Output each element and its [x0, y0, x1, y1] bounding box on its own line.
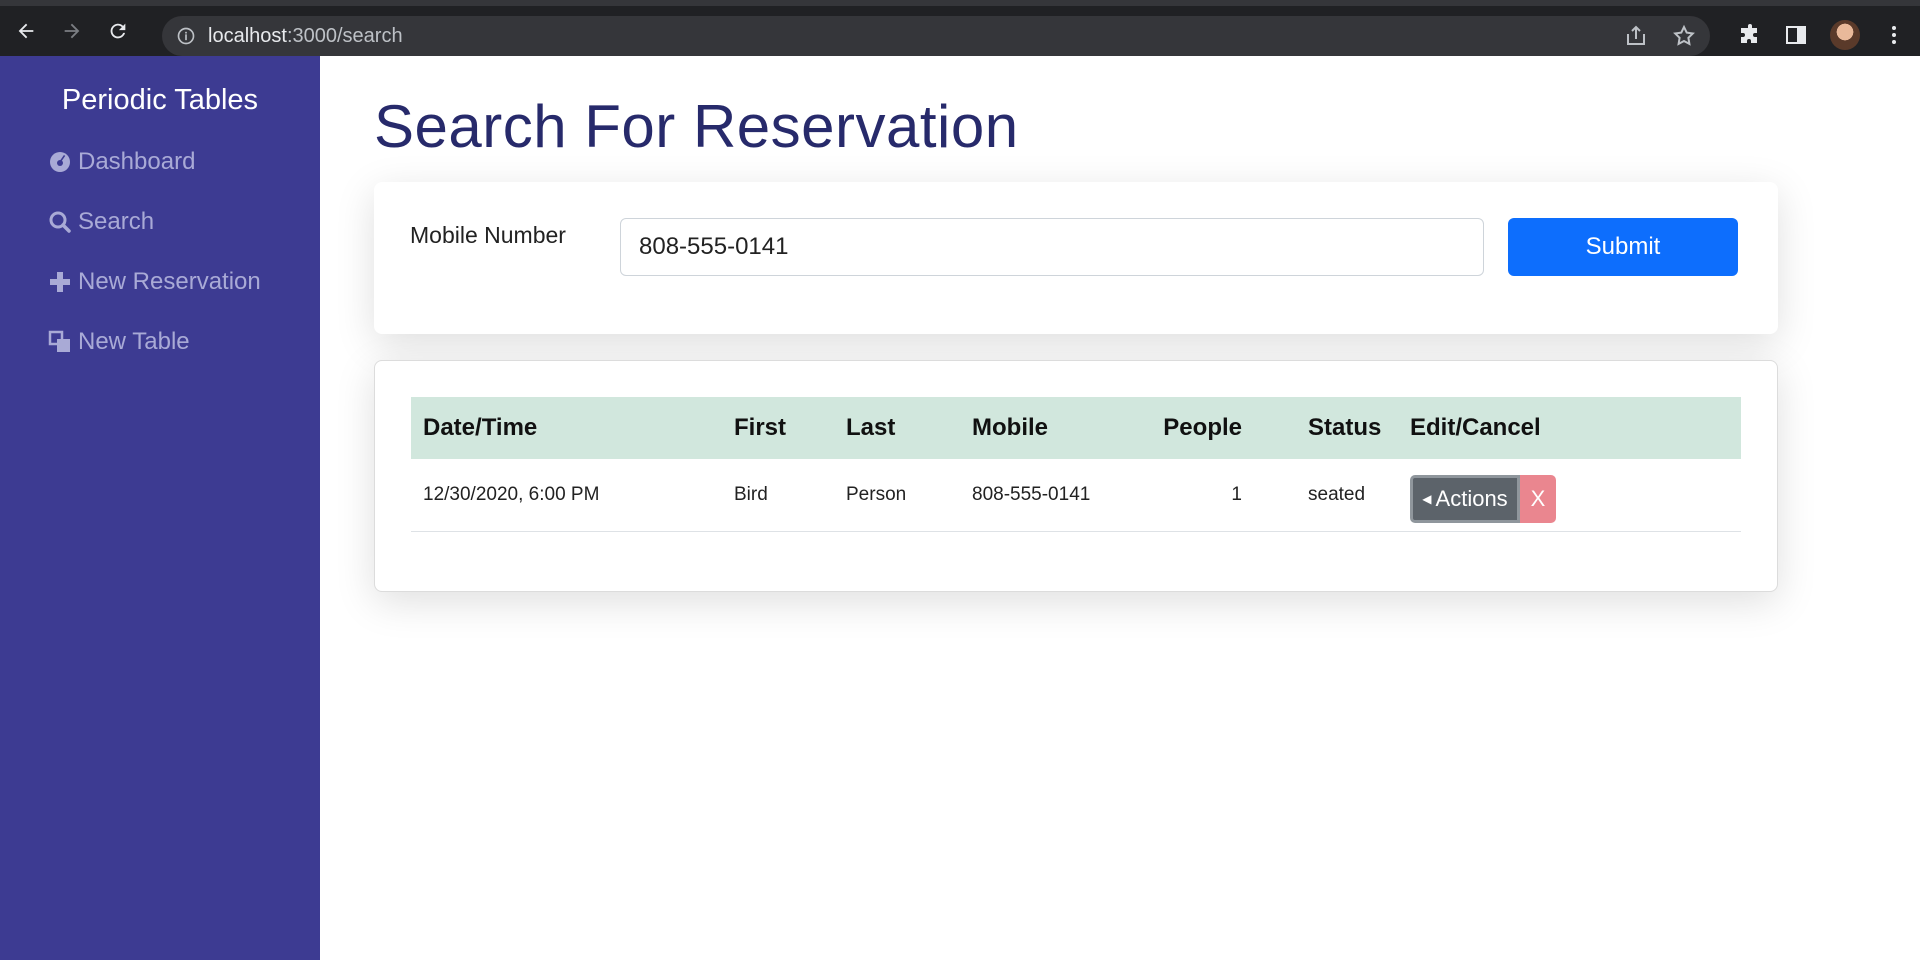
sidebar-item-label: Search: [78, 208, 155, 235]
table-header-row: Date/Time First Last Mobile People Statu…: [411, 397, 1741, 459]
search-icon: [49, 211, 71, 233]
header-first: First: [722, 397, 834, 459]
cell-edit-cancel: ◀ Actions X: [1398, 459, 1741, 532]
actions-dropdown-button[interactable]: ◀ Actions: [1410, 474, 1520, 523]
address-bar[interactable]: localhost:3000/search: [162, 16, 1710, 56]
header-status: Status: [1254, 397, 1398, 459]
actions-group: ◀ Actions X: [1410, 474, 1729, 523]
search-form-card: Mobile Number Submit: [374, 182, 1778, 334]
reservations-table: Date/Time First Last Mobile People Statu…: [411, 397, 1741, 532]
url-host: localhost: [208, 24, 287, 47]
cell-datetime: 12/30/2020, 6:00 PM: [411, 459, 722, 532]
submit-button[interactable]: Submit: [1508, 218, 1738, 276]
cell-first: Bird: [722, 459, 834, 532]
cell-last: Person: [834, 459, 960, 532]
header-edit-cancel: Edit/Cancel: [1398, 397, 1741, 459]
sidebar-item-label: New Table: [78, 328, 190, 355]
brand-title[interactable]: Periodic Tables: [0, 84, 320, 117]
sidebar-item-new-table[interactable]: New Table: [48, 328, 190, 356]
share-icon[interactable]: [1624, 24, 1648, 48]
caret-left-icon: ◀: [1422, 491, 1432, 506]
sidebar: Periodic Tables Dashboard Search New Res…: [0, 56, 320, 960]
main-content: Search For Reservation Mobile Number Sub…: [320, 56, 1920, 960]
mobile-number-label: Mobile Number: [410, 222, 566, 248]
back-button[interactable]: [6, 11, 46, 51]
mobile-number-input[interactable]: [620, 218, 1484, 276]
extensions-icon[interactable]: [1738, 23, 1762, 47]
kebab-menu-icon[interactable]: [1882, 23, 1906, 47]
sidebar-item-dashboard[interactable]: Dashboard: [48, 148, 195, 176]
sidebar-item-label: New Reservation: [78, 268, 261, 295]
cell-status: seated: [1254, 459, 1398, 532]
profile-avatar[interactable]: [1830, 20, 1860, 50]
dashboard-icon: [50, 152, 70, 172]
info-icon: [177, 27, 195, 45]
reload-button[interactable]: [98, 11, 138, 51]
actions-label: Actions: [1435, 485, 1508, 511]
browser-toolbar: localhost:3000/search: [0, 0, 1920, 56]
star-icon[interactable]: [1672, 24, 1696, 48]
header-mobile: Mobile: [960, 397, 1130, 459]
arrow-right-icon: [64, 23, 80, 39]
sidebar-item-label: Dashboard: [78, 148, 196, 175]
side-panel-icon[interactable]: [1784, 23, 1808, 47]
page-title: Search For Reservation: [374, 93, 1019, 160]
sidebar-item-search[interactable]: Search: [48, 208, 154, 236]
url-path: :3000/search: [286, 24, 403, 47]
header-people: People: [1130, 397, 1254, 459]
cell-mobile: 808-555-0141: [960, 459, 1130, 532]
cell-people: 1: [1130, 459, 1254, 532]
arrow-left-icon: [18, 23, 34, 39]
plus-icon: [50, 272, 70, 292]
reload-icon: [110, 23, 126, 39]
table-row: 12/30/2020, 6:00 PM Bird Person 808-555-…: [411, 459, 1741, 532]
results-card: Date/Time First Last Mobile People Statu…: [374, 360, 1778, 592]
header-last: Last: [834, 397, 960, 459]
header-datetime: Date/Time: [411, 397, 722, 459]
sidebar-item-new-reservation[interactable]: New Reservation: [48, 268, 261, 296]
cancel-reservation-button[interactable]: X: [1520, 474, 1556, 523]
forward-button[interactable]: [52, 11, 92, 51]
table-icon: [48, 330, 70, 352]
url-text: localhost:3000/search: [208, 25, 403, 48]
